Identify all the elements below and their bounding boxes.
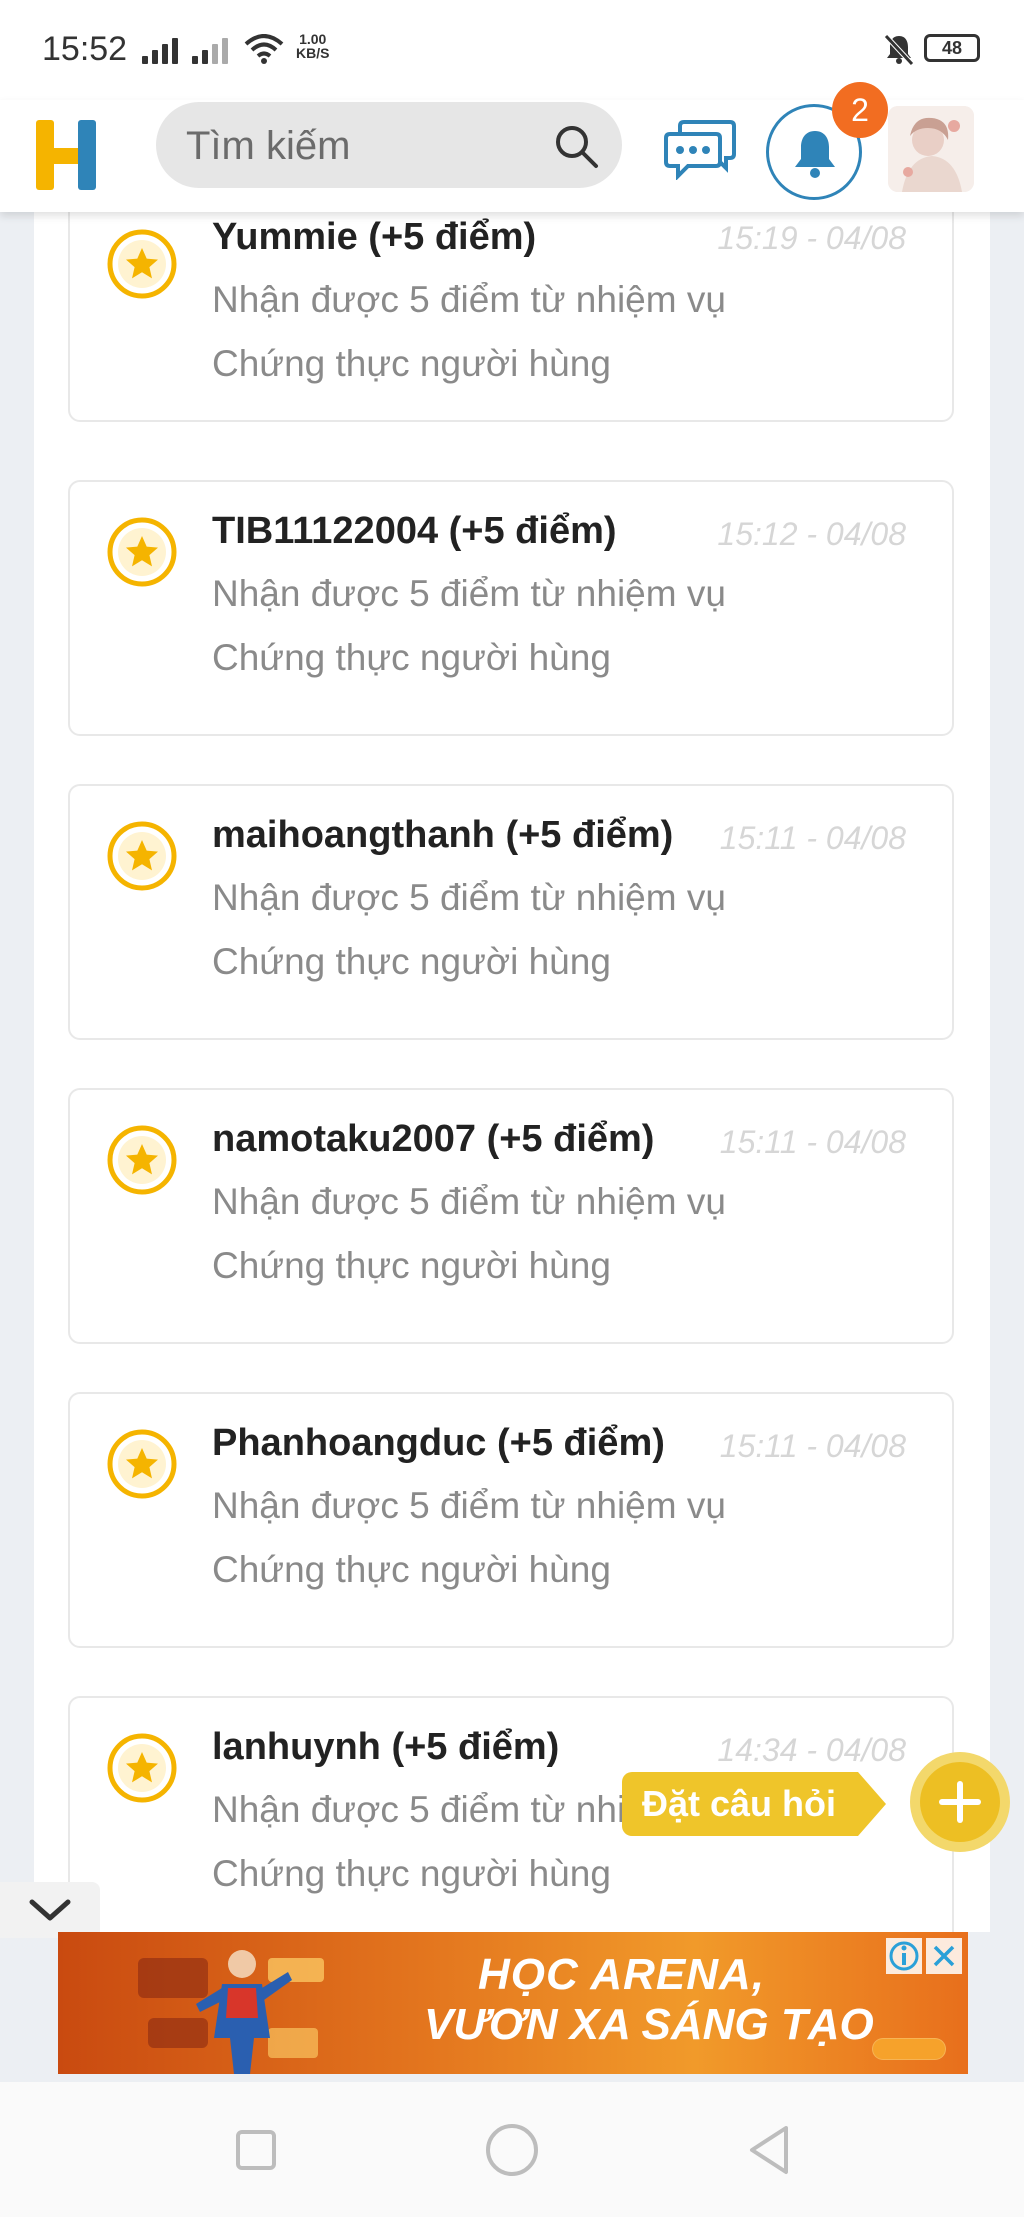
notification-title: Yummie (+5 điểm): [212, 216, 537, 258]
notification-time: 15:19 - 04/08: [717, 220, 906, 256]
notification-desc-line: Chứng thực người hùng: [212, 941, 611, 982]
notification-title: lanhuynh (+5 điểm): [212, 1726, 560, 1768]
notification-description: Nhận được 5 điểm từ nhiệm vụ Chứng thực …: [212, 562, 892, 690]
ad-hero-figure-icon: [138, 1950, 324, 2074]
notification-time: 15:11 - 04/08: [719, 1124, 906, 1160]
star-point-icon: [107, 1429, 177, 1499]
wifi-icon: [244, 34, 284, 64]
ad-close-icon[interactable]: [926, 1938, 962, 1974]
notification-desc-line: Chứng thực người hùng: [212, 637, 611, 678]
notification-title: TIB11122004 (+5 điểm): [212, 510, 617, 552]
notification-description: Nhận được 5 điểm từ nhiệm vụ Chứng thực …: [212, 1170, 892, 1298]
star-point-icon: [107, 1733, 177, 1803]
notification-description: Nhận được 5 điểm từ nhiệm vụ Chứng thực …: [212, 1474, 892, 1602]
hoidap-logo-icon[interactable]: [34, 114, 100, 194]
notification-title: Phanhoangduc (+5 điểm): [212, 1422, 665, 1464]
avatar-image: [888, 106, 974, 192]
notification-desc-line: Nhận được 5 điểm từ nhiệm vụ: [212, 1181, 726, 1222]
notification-list: Yummie (+5 điểm) 15:19 - 04/08 Nhận được…: [34, 166, 990, 1952]
star-point-icon: [107, 821, 177, 891]
ad-cta-button[interactable]: [872, 2038, 946, 2060]
system-nav-bar: [0, 2082, 1024, 2217]
ad-info-icon[interactable]: [886, 1938, 922, 1974]
notification-card[interactable]: 15:11 - 04/08 maihoangthanh (+5 điểm) Nh…: [68, 784, 954, 1040]
app-header: 2: [0, 82, 1024, 212]
signal-strength-icon: [142, 34, 178, 64]
messages-icon[interactable]: [664, 114, 738, 180]
notification-title: maihoangthanh (+5 điểm): [212, 814, 674, 856]
network-speed-value: 1.00: [299, 31, 327, 47]
star-point-icon: [107, 517, 177, 587]
notification-time: 15:12 - 04/08: [717, 516, 906, 552]
notification-description: Nhận được 5 điểm từ nhiệm vụ Chứng thực …: [212, 268, 892, 396]
plus-icon: [939, 1781, 981, 1823]
home-icon[interactable]: [482, 2120, 542, 2180]
notification-desc-line: Chứng thực người hùng: [212, 1245, 611, 1286]
notification-desc-line: Nhận được 5 điểm từ nhiệm vụ: [212, 877, 726, 918]
star-point-icon: [107, 1125, 177, 1195]
recent-apps-icon[interactable]: [226, 2120, 286, 2180]
network-speed-unit: KB/S: [296, 45, 330, 61]
chevron-down-icon: [29, 1899, 71, 1921]
star-point-icon: [107, 229, 177, 299]
notification-card[interactable]: 15:11 - 04/08 namotaku2007 (+5 điểm) Nhậ…: [68, 1088, 954, 1344]
notification-time: 14:34 - 04/08: [717, 1732, 906, 1768]
notification-desc-line: Nhận được 5 điểm từ nhiệm vụ: [212, 279, 726, 320]
collapse-ad-button[interactable]: [0, 1882, 100, 1938]
ask-question-label[interactable]: Đặt câu hỏi: [622, 1772, 887, 1836]
status-time: 15:52: [42, 30, 128, 68]
bell-off-icon: [884, 34, 914, 66]
search-icon[interactable]: [552, 122, 600, 170]
notification-card[interactable]: 15:11 - 04/08 Phanhoangduc (+5 điểm) Nhậ…: [68, 1392, 954, 1648]
notification-card[interactable]: TIB11122004 (+5 điểm) 15:12 - 04/08 Nhận…: [68, 480, 954, 736]
search-box[interactable]: [156, 102, 622, 188]
avatar[interactable]: [888, 106, 974, 192]
search-input[interactable]: [186, 122, 546, 170]
notification-description: Nhận được 5 điểm từ nhiệm vụ Chứng thực …: [212, 866, 892, 994]
notification-time: 15:11 - 04/08: [719, 820, 906, 856]
ad-banner[interactable]: HỌC ARENA, VƯƠN XA SÁNG TẠO: [58, 1932, 968, 2074]
network-speed: 1.00 KB/S: [296, 32, 329, 60]
ad-headline-line2: VƯƠN XA SÁNG TẠO: [424, 2000, 874, 2049]
app-root: 15:52 1.00 KB/S 48 Tìm kiếm 2 Yummie (+5…: [0, 0, 1024, 2217]
notification-desc-line: Nhận được 5 điểm từ nhiệm vụ: [212, 1485, 726, 1526]
notification-desc-line: Chứng thực người hùng: [212, 343, 611, 384]
battery-indicator: 48: [924, 34, 980, 62]
signal-strength-secondary-icon: [192, 34, 228, 64]
notification-desc-line: Chứng thực người hùng: [212, 1853, 611, 1894]
bell-icon: [795, 131, 835, 178]
notification-desc-line: Chứng thực người hùng: [212, 1549, 611, 1590]
notification-time: 15:11 - 04/08: [719, 1428, 906, 1464]
notification-count-badge: 2: [832, 82, 888, 138]
notification-title: namotaku2007 (+5 điểm): [212, 1118, 655, 1160]
back-icon[interactable]: [740, 2120, 800, 2180]
notification-desc-line: Nhận được 5 điểm từ nhiệm vụ: [212, 573, 726, 614]
ask-question-button[interactable]: [910, 1752, 1010, 1852]
ad-headline-line1: HỌC ARENA,: [478, 1950, 766, 1999]
